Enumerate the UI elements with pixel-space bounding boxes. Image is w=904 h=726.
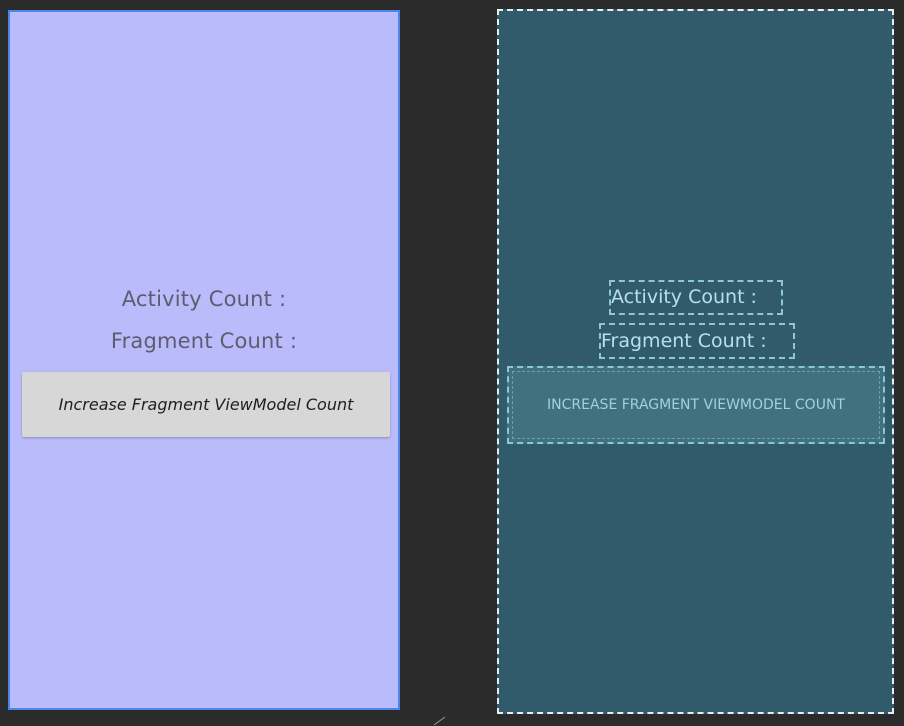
fragment-count-text[interactable]: Fragment Count : (10, 329, 398, 353)
blueprint-preview-frame[interactable]: Activity Count : Fragment Count : INCREA… (497, 9, 894, 714)
blueprint-button-label: INCREASE FRAGMENT VIEWMODEL COUNT (547, 397, 845, 413)
increase-fragment-viewmodel-count-button[interactable]: Increase Fragment ViewModel Count (22, 372, 390, 437)
resize-handle-icon[interactable] (432, 712, 446, 726)
blueprint-increase-count-button[interactable]: INCREASE FRAGMENT VIEWMODEL COUNT (507, 366, 885, 444)
design-preview-frame[interactable]: Activity Count : Fragment Count : Increa… (8, 10, 400, 710)
activity-count-text[interactable]: Activity Count : (10, 287, 398, 311)
blueprint-activity-count-text[interactable]: Activity Count : (609, 280, 783, 315)
layout-editor-canvas: Activity Count : Fragment Count : Increa… (0, 0, 904, 726)
blueprint-fragment-count-text[interactable]: Fragment Count : (599, 323, 795, 359)
